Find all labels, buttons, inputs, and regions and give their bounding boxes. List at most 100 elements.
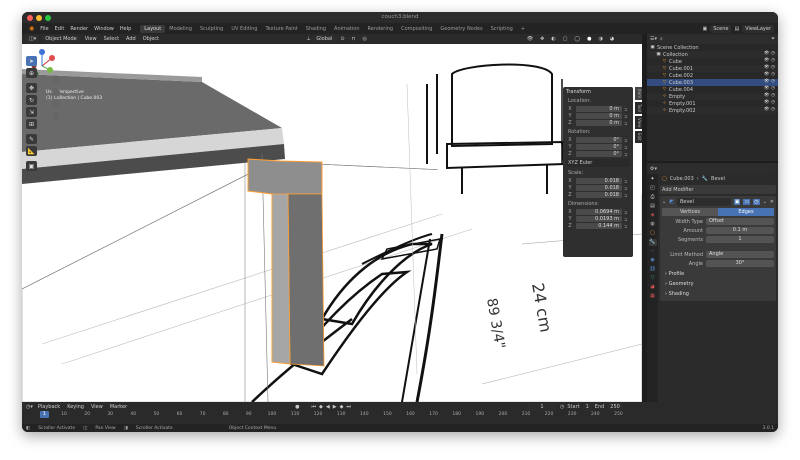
shading-solid-icon[interactable]: ● (585, 36, 593, 42)
properties-editor-icon[interactable]: ⚙▾ (650, 166, 657, 172)
workspace-tab-animation[interactable]: Animation (330, 25, 364, 33)
geometry-subpanel[interactable]: › Geometry (662, 279, 774, 289)
menu-view[interactable]: View (83, 36, 99, 42)
workspace-tab-compositing[interactable]: Compositing (397, 25, 436, 33)
location-y-field[interactable]: 0 m (576, 113, 622, 119)
xray-toggle-icon[interactable]: ▢ (561, 36, 570, 42)
play-icon[interactable]: ▶ (333, 404, 337, 410)
rotation-mode-dropdown[interactable]: XYZ Euler (566, 159, 630, 167)
location-x-field[interactable]: 0 m (576, 106, 622, 112)
visibility-icon[interactable]: 👁 ◷ (764, 58, 775, 63)
scale-x-field[interactable]: 0.018 (576, 178, 622, 184)
view-layer-tab-icon[interactable]: ▤ (649, 203, 657, 210)
prev-key-icon[interactable]: ◆ (319, 404, 323, 410)
transform-panel-title[interactable]: Transform (566, 89, 630, 95)
proportional-edit-icon[interactable]: ◎ (360, 36, 368, 42)
annotate-tool-icon[interactable]: ✎ (26, 134, 37, 144)
visibility-icon[interactable]: 👁 ◷ (764, 65, 775, 70)
workspace-tab-rendering[interactable]: Rendering (364, 25, 398, 33)
outliner-item[interactable]: ⊹ Empty.001 👁 ◷ (647, 100, 778, 107)
modifier-tab-icon[interactable]: 🔧 (648, 239, 657, 246)
dimensions-z-field[interactable]: 0.144 m (576, 223, 622, 229)
mode-selector[interactable]: Object Mode (42, 35, 80, 43)
menu-select[interactable]: Select (102, 36, 121, 42)
limit-method-dropdown[interactable]: Angle (706, 251, 774, 258)
pivot-icon[interactable]: ⊙ (338, 36, 346, 42)
lock-icon[interactable]: ⊐ (624, 145, 630, 150)
tool-tab-icon[interactable]: ✦ (649, 176, 657, 183)
rotation-x-field[interactable]: 0° (576, 137, 622, 143)
lock-icon[interactable]: ⊐ (624, 210, 630, 215)
workspace-tab-modeling[interactable]: Modeling (165, 25, 196, 33)
object-tab-icon[interactable]: ▢ (649, 230, 657, 237)
scale-tool-icon[interactable]: ⇲ (26, 107, 37, 117)
measure-tool-icon[interactable]: 📐 (26, 146, 37, 156)
texture-tab-icon[interactable]: ▦ (649, 293, 657, 300)
snap-icon[interactable]: ⊓ (350, 36, 358, 42)
outliner-item[interactable]: ▽ Cube.001 👁 ◷ (647, 65, 778, 72)
workspace-tab-sculpting[interactable]: Sculpting (196, 25, 227, 33)
menu-edit[interactable]: Edit (52, 26, 68, 32)
segments-field[interactable]: 1 (706, 236, 774, 243)
data-tab-icon[interactable]: ▽ (649, 275, 657, 282)
affect-edges-button[interactable]: Edges (718, 208, 774, 216)
scale-y-field[interactable]: 0.018 (576, 185, 622, 191)
jump-start-icon[interactable]: ⏮ (312, 404, 317, 410)
visibility-icon[interactable]: 👁 ◷ (764, 100, 775, 105)
shading-subpanel[interactable]: › Shading (662, 289, 774, 299)
current-frame-indicator[interactable]: 1 (40, 411, 49, 418)
zoom-window-button[interactable] (45, 15, 51, 21)
modifier-name-field[interactable]: Bevel (676, 198, 731, 206)
transform-tool-icon[interactable]: ⊞ (26, 119, 37, 129)
menu-file[interactable]: File (37, 26, 51, 32)
outliner-item[interactable]: ⊹ Empty.002 👁 ◷ (647, 107, 778, 114)
frame-ruler[interactable]: 10 20 30 40 50 60 70 80 90 100 110 120 130 140 150 160 1… (22, 411, 642, 420)
visibility-icon[interactable]: 👁 ◷ (764, 51, 775, 56)
add-cube-tool-icon[interactable]: ▣ (26, 161, 37, 171)
current-frame-field[interactable]: 1 (527, 402, 557, 411)
particles-tab-icon[interactable]: ⁘ (649, 248, 657, 255)
menu-render[interactable]: Render (67, 26, 91, 32)
outliner-item[interactable]: ▣ Collection 👁 ◷ (647, 51, 778, 58)
dimensions-x-field[interactable]: 0.0694 m (576, 209, 622, 215)
rotation-z-field[interactable]: 0° (576, 151, 622, 157)
viewport-toggle-icon[interactable]: ▭ (743, 199, 751, 205)
rotation-y-field[interactable]: 0° (576, 144, 622, 150)
width-type-dropdown[interactable]: Offset (706, 218, 774, 225)
lock-icon[interactable]: ⊐ (624, 217, 630, 222)
timeline-editor-icon[interactable]: ◷▾ (26, 404, 33, 410)
lock-icon[interactable]: ⊐ (624, 152, 630, 157)
outliner-item[interactable]: ⊹ Empty 👁 ◷ (647, 93, 778, 100)
start-frame-field[interactable]: 1 (582, 402, 592, 411)
menu-help[interactable]: Help (117, 26, 134, 32)
menu-add[interactable]: Add (124, 36, 138, 42)
filter-icon[interactable]: ⌕ (660, 36, 663, 42)
sidebar-tab-tool[interactable]: Tool (635, 102, 642, 114)
menu-object[interactable]: Object (141, 36, 161, 42)
scene-selector[interactable]: Scene (710, 24, 732, 33)
next-key-icon[interactable]: ◆ (340, 404, 344, 410)
shading-material-icon[interactable]: ◑ (596, 36, 604, 42)
affect-vertices-button[interactable]: Vertices (662, 208, 718, 216)
outliner-editor-icon[interactable]: ☰▾ (650, 36, 657, 42)
visibility-icon[interactable]: 👁 ◷ (764, 93, 775, 98)
menu-timeline-view[interactable]: View (89, 404, 105, 410)
cursor-tool-icon[interactable]: ⊕ (26, 68, 37, 78)
minimize-window-button[interactable] (36, 15, 42, 21)
close-window-button[interactable] (27, 15, 33, 21)
workspace-tab-texture-paint[interactable]: Texture Paint (261, 25, 301, 33)
outliner-item[interactable]: ▽ Cube.002 👁 ◷ (647, 72, 778, 79)
record-icon[interactable]: ● (295, 404, 299, 410)
world-tab-icon[interactable]: ◍ (649, 221, 657, 228)
sidebar-tab-item[interactable]: Item (635, 87, 642, 101)
add-workspace-button[interactable]: + (517, 25, 529, 33)
sidebar-tab-edit[interactable]: Edit (635, 131, 642, 144)
preview-range-icon[interactable]: ◷ (560, 404, 564, 410)
gizmo-toggle-icon[interactable]: ✥ (538, 36, 546, 42)
lock-icon[interactable]: ⊐ (624, 138, 630, 143)
menu-playback[interactable]: Playback (36, 404, 62, 410)
viewlayer-selector[interactable]: ViewLayer (742, 24, 774, 33)
visibility-icon[interactable]: 👁 ◷ (764, 72, 775, 77)
visibility-icon[interactable]: 👁 (525, 36, 535, 42)
render-tab-icon[interactable]: ◰ (649, 185, 657, 192)
